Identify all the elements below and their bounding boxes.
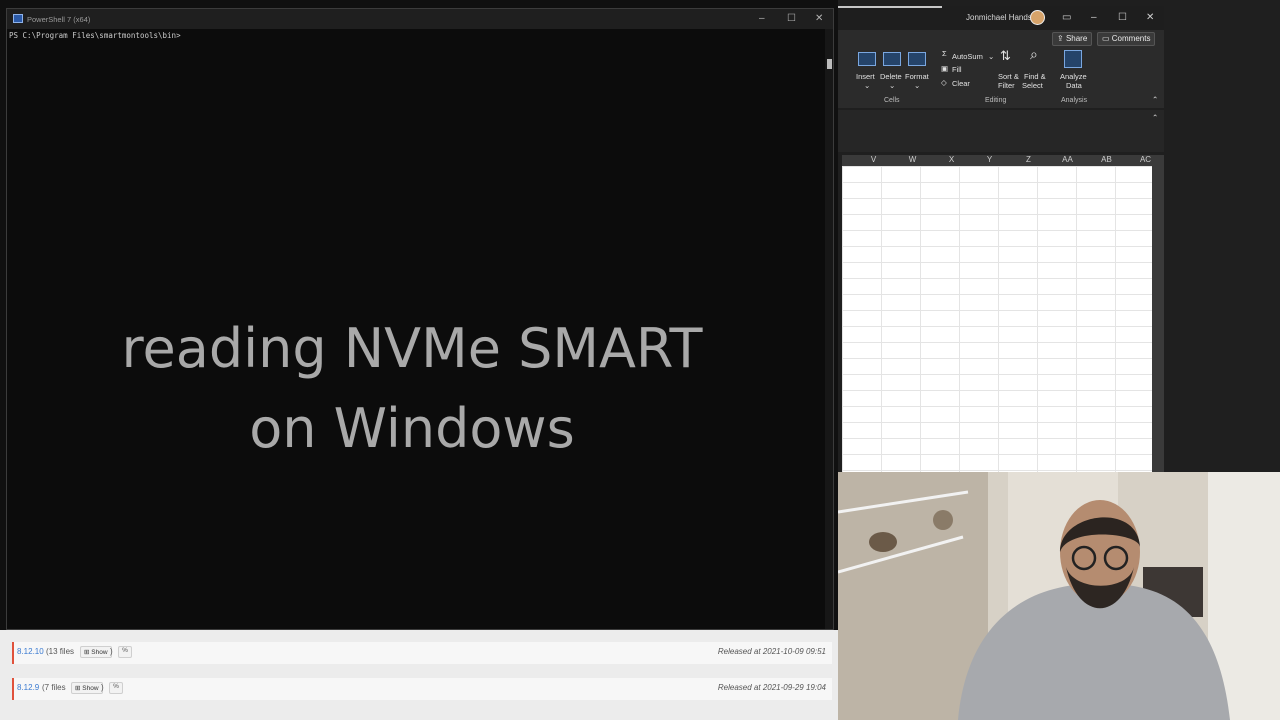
sort-filter-label-2[interactable]: Filter: [998, 81, 1015, 90]
terminal-scrollbar[interactable]: [825, 29, 833, 629]
format-button[interactable]: Format: [905, 72, 929, 81]
autosum-icon[interactable]: Σ: [942, 49, 947, 58]
insert-dropdown-icon[interactable]: ⌄: [864, 81, 870, 90]
release-file-count-close: ): [101, 683, 104, 692]
delete-cells-icon[interactable]: [883, 52, 901, 66]
release-list: 8.12.10 (13 files ⊞ Show ) % Released at…: [0, 630, 838, 720]
column-header[interactable]: AB: [1087, 155, 1126, 164]
fill-icon[interactable]: ▣: [941, 64, 948, 73]
powershell-window[interactable]: PowerShell 7 (x64) – ☐ ✕ PS C:\Program F…: [6, 8, 834, 630]
permalink-button[interactable]: %: [118, 646, 132, 658]
column-header[interactable]: V: [854, 155, 893, 164]
find-select-icon[interactable]: ⌕: [1030, 47, 1038, 61]
release-file-count: (13 files: [46, 647, 75, 656]
release-file-count: (7 files: [42, 683, 66, 692]
ribbon-display-icon[interactable]: ▭: [1062, 12, 1071, 23]
column-header[interactable]: AA: [1048, 155, 1087, 164]
excel-minimize-button[interactable]: –: [1091, 12, 1097, 23]
maximize-button[interactable]: ☐: [787, 13, 796, 24]
show-files-button[interactable]: ⊞ Show: [71, 682, 103, 694]
clear-button[interactable]: Clear: [952, 79, 970, 88]
find-select-label-1[interactable]: Find &: [1024, 72, 1046, 81]
excel-vertical-scrollbar[interactable]: [1152, 155, 1164, 472]
permalink-button[interactable]: %: [109, 682, 123, 694]
insert-button[interactable]: Insert: [856, 72, 875, 81]
autosum-button[interactable]: AutoSum: [952, 52, 983, 61]
webcam-scene: [838, 472, 1280, 720]
column-header[interactable]: Y: [970, 155, 1009, 164]
title-overlay: reading NVMe SMART on Windows: [7, 309, 817, 469]
spreadsheet-grid[interactable]: [842, 166, 1152, 472]
sort-filter-label-1[interactable]: Sort &: [998, 72, 1019, 81]
analysis-group-label: Analysis: [1061, 97, 1088, 104]
editing-group-label: Editing: [985, 97, 1007, 104]
formula-bar[interactable]: [838, 110, 1164, 152]
release-version-link[interactable]: 8.12.10: [17, 647, 44, 656]
release-date: Released at 2021-10-09 09:51: [717, 647, 826, 656]
analyze-data-label-2[interactable]: Data: [1066, 81, 1082, 90]
comments-button[interactable]: ▭ Comments: [1097, 32, 1156, 46]
find-select-label-2[interactable]: Select: [1022, 81, 1043, 90]
column-header[interactable]: W: [893, 155, 932, 164]
analyze-data-icon[interactable]: [1064, 50, 1082, 68]
formula-bar-collapse-icon[interactable]: ⌃: [1152, 113, 1158, 122]
delete-dropdown-icon[interactable]: ⌄: [889, 81, 895, 90]
fill-button[interactable]: Fill: [952, 65, 962, 74]
release-file-count-close: ): [110, 647, 113, 656]
clear-icon[interactable]: ◇: [941, 78, 947, 87]
show-files-button[interactable]: ⊞ Show: [80, 646, 112, 658]
column-header[interactable]: Z: [1009, 155, 1048, 164]
cells-group-label: Cells: [884, 97, 900, 104]
powershell-icon: [13, 14, 23, 23]
show-label: Show: [82, 685, 99, 692]
excel-titlebar-accent: [838, 6, 942, 8]
avatar[interactable]: [1030, 10, 1045, 25]
list-item: 8.12.10 (13 files ⊞ Show ) % Released at…: [12, 642, 832, 664]
release-date: Released at 2021-09-29 19:04: [717, 683, 826, 692]
autosum-dropdown-icon[interactable]: ⌄: [988, 52, 994, 61]
sort-filter-icon[interactable]: ⇅: [1000, 49, 1011, 62]
column-header[interactable]: X: [932, 155, 971, 164]
list-item: 8.12.9 (7 files ⊞ Show ) % Released at 2…: [12, 678, 832, 700]
overlay-line-2: on Windows: [249, 397, 575, 460]
scrollbar-thumb[interactable]: [827, 59, 832, 69]
excel-window: Jonmichael Hands ▭ – ☐ ✕ ⇪ Share ▭ Comme…: [838, 0, 1280, 472]
show-label: Show: [91, 649, 108, 656]
release-version-link[interactable]: 8.12.9: [17, 683, 39, 692]
window-title: PowerShell 7 (x64): [27, 15, 91, 24]
delete-button[interactable]: Delete: [880, 72, 902, 81]
command-prompt[interactable]: PS C:\Program Files\smartmontools\bin>: [9, 31, 181, 40]
format-cells-icon[interactable]: [908, 52, 926, 66]
share-label: Share: [1065, 34, 1088, 43]
overlay-line-1: reading NVMe SMART: [121, 317, 703, 380]
analyze-data-label-1[interactable]: Analyze: [1060, 72, 1087, 81]
powershell-titlebar[interactable]: PowerShell 7 (x64) – ☐ ✕: [7, 9, 833, 29]
webcam-video: [838, 472, 1280, 720]
excel-user-name[interactable]: Jonmichael Hands: [966, 13, 1032, 22]
close-button[interactable]: ✕: [815, 13, 823, 24]
insert-cells-icon[interactable]: [858, 52, 876, 66]
minimize-button[interactable]: –: [759, 13, 765, 24]
collapse-ribbon-icon[interactable]: ⌃: [1152, 95, 1158, 104]
excel-close-button[interactable]: ✕: [1146, 12, 1154, 23]
share-button[interactable]: ⇪ Share: [1052, 32, 1093, 46]
desktop: Jonmichael Hands ▭ – ☐ ✕ ⇪ Share ▭ Comme…: [0, 0, 1280, 720]
excel-maximize-button[interactable]: ☐: [1118, 12, 1127, 23]
format-dropdown-icon[interactable]: ⌄: [914, 81, 920, 90]
comments-label: Comments: [1111, 34, 1151, 43]
